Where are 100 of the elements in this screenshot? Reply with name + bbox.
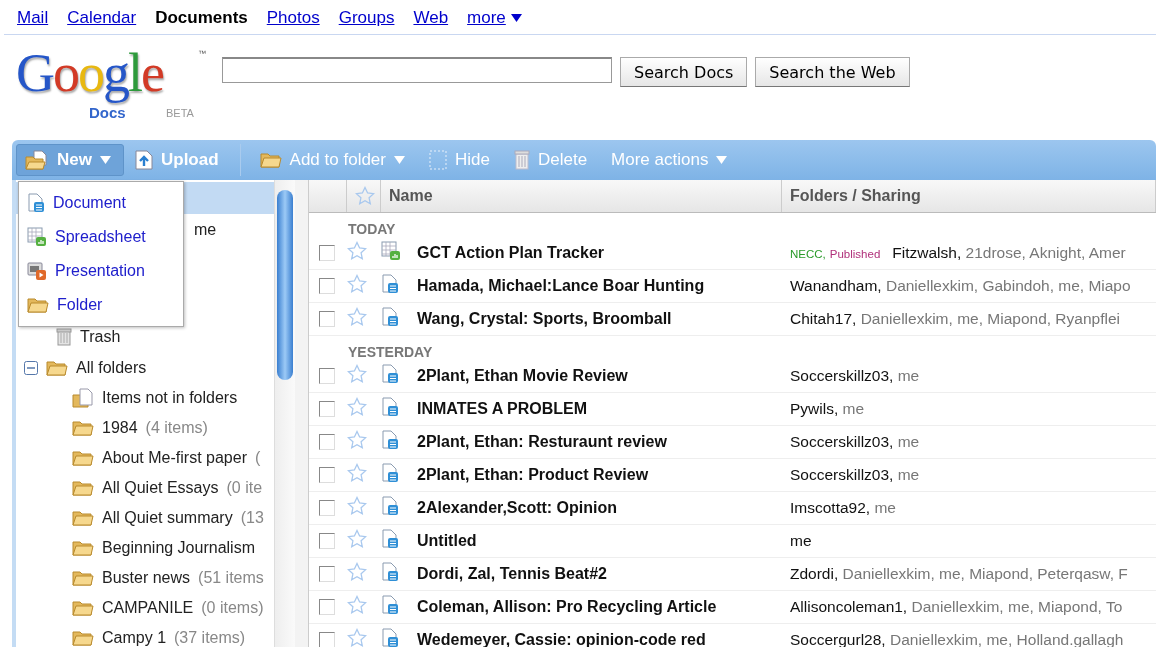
folder-tree-item[interactable]: Beginning Journalism — [16, 533, 274, 563]
collapse-icon[interactable] — [24, 361, 38, 375]
star-icon[interactable] — [347, 241, 367, 261]
nav-link[interactable]: more — [467, 8, 522, 28]
star-icon[interactable] — [347, 496, 367, 516]
document-icon — [381, 274, 399, 294]
checkbox[interactable] — [319, 467, 335, 483]
star-icon[interactable] — [347, 562, 367, 582]
trademark-mark: ™ — [198, 49, 206, 58]
label-tag[interactable]: Published — [829, 248, 881, 260]
folder-icon — [72, 419, 94, 437]
spreadsheet-icon — [27, 227, 47, 247]
star-icon[interactable] — [347, 595, 367, 615]
beta-label: BETA — [166, 107, 194, 119]
folder-icon — [72, 539, 94, 557]
search-button[interactable]: Search the Web — [755, 57, 910, 87]
star-icon[interactable] — [347, 529, 367, 549]
sharing-list: Zdordi, Daniellexkim, me, Miapond, Peterqasw, F — [790, 565, 1128, 582]
search-field[interactable] — [222, 57, 612, 83]
checkbox[interactable] — [319, 311, 335, 327]
presentation-icon — [27, 261, 47, 281]
document-name[interactable]: 2Alexander,Scott: Opinion — [417, 499, 782, 517]
document-name[interactable]: Untitled — [417, 532, 782, 550]
folder-icon — [72, 569, 94, 587]
menu-item[interactable]: Folder — [19, 288, 183, 322]
folder-tree-item[interactable]: Campy 1 (37 items) — [16, 623, 274, 650]
checkbox[interactable] — [319, 632, 335, 647]
document-icon — [381, 529, 399, 549]
document-name[interactable]: 2Plant, Ethan Movie Review — [417, 367, 782, 385]
document-name[interactable]: Coleman, Allison: Pro Recycling Article — [417, 598, 782, 616]
folder-icon — [259, 151, 282, 169]
folder-tree-item[interactable]: About Me-first paper ( — [16, 443, 274, 473]
star-icon[interactable] — [347, 628, 367, 647]
search-button[interactable]: Search Docs — [620, 57, 748, 87]
scrollbar-track[interactable] — [274, 180, 295, 647]
nav-link[interactable]: Documents — [155, 8, 248, 28]
document-icon — [381, 595, 399, 615]
folder-tree-item[interactable]: All Quiet summary (13 — [16, 503, 274, 533]
new-document-icon — [25, 150, 49, 170]
checkbox[interactable] — [319, 434, 335, 450]
label-tag[interactable]: NECC, — [790, 248, 826, 260]
checkbox[interactable] — [319, 368, 335, 384]
document-name[interactable]: Dordi, Zal, Tennis Beat#2 — [417, 565, 782, 583]
folder-tree-item[interactable]: Buster news (51 items — [16, 563, 274, 593]
folder-icon — [27, 296, 49, 314]
checkbox[interactable] — [319, 245, 335, 261]
document-icon — [27, 193, 45, 213]
star-icon[interactable] — [347, 364, 367, 384]
menu-item[interactable]: Presentation — [19, 254, 183, 288]
folder-tree-item[interactable]: All folders — [16, 353, 274, 383]
document-name[interactable]: GCT Action Plan Tracker — [417, 244, 782, 262]
upload-icon — [134, 150, 153, 170]
product-name: Docs — [89, 104, 126, 121]
folder-tree-item[interactable]: Items not in folders — [16, 383, 274, 413]
nav-link[interactable]: Mail — [17, 8, 49, 28]
nav-link[interactable]: Calendar — [67, 8, 137, 28]
scrollbar-thumb[interactable] — [277, 190, 293, 380]
folder-icon — [72, 629, 94, 647]
document-name[interactable]: Wang, Crystal: Sports, Broomball — [417, 310, 782, 328]
star-icon[interactable] — [347, 463, 367, 483]
document-icon — [381, 397, 399, 417]
star-icon[interactable] — [347, 397, 367, 417]
document-name[interactable]: Hamada, Michael:Lance Boar Hunting — [417, 277, 782, 295]
folder-icon — [72, 509, 94, 527]
sharing-list: Chitah17, Daniellexkim, me, Miapond, Ryanpflei — [790, 310, 1120, 327]
checkbox[interactable] — [319, 278, 335, 294]
nav-link[interactable]: Photos — [266, 8, 320, 28]
folder-icon — [72, 599, 94, 617]
menu-item[interactable]: Spreadsheet — [19, 220, 183, 254]
checkbox[interactable] — [319, 566, 335, 582]
document-icon — [381, 307, 399, 327]
star-icon[interactable] — [347, 307, 367, 327]
checkbox[interactable] — [319, 401, 335, 417]
sidebar-item[interactable]: Trash — [16, 321, 274, 353]
nav-link[interactable]: Groups — [338, 8, 395, 28]
document-icon — [381, 628, 399, 647]
nav-link[interactable]: Web — [413, 8, 449, 28]
column-header[interactable]: Folders / Sharing — [782, 180, 1156, 212]
folder-tree-item[interactable]: All Quiet Essays (0 ite — [16, 473, 274, 503]
document-icon — [381, 430, 399, 450]
folder-tree-item[interactable]: CAMPANILE (0 items) — [16, 593, 274, 623]
star-icon[interactable] — [347, 274, 367, 294]
folder-tree-item[interactable]: 1984 (4 items) — [16, 413, 274, 443]
folder-icon — [72, 479, 94, 497]
checkbox[interactable] — [319, 500, 335, 516]
column-header[interactable]: Name — [381, 180, 782, 212]
document-icon — [381, 496, 399, 516]
dashed-page-icon — [429, 150, 447, 170]
group-label: YESTERDAY — [347, 343, 434, 360]
document-name[interactable]: 2Plant, Ethan: Resturaunt review — [417, 433, 782, 451]
document-icon — [381, 463, 399, 483]
star-icon[interactable] — [347, 430, 367, 450]
checkbox[interactable] — [319, 599, 335, 615]
checkbox[interactable] — [319, 533, 335, 549]
document-name[interactable]: INMATES A PROBLEM — [417, 400, 782, 418]
menu-item[interactable]: Document — [19, 186, 183, 220]
star-icon[interactable] — [355, 186, 375, 206]
document-icon — [381, 562, 399, 582]
document-name[interactable]: 2Plant, Ethan: Product Review — [417, 466, 782, 484]
folder-icon — [72, 449, 94, 467]
